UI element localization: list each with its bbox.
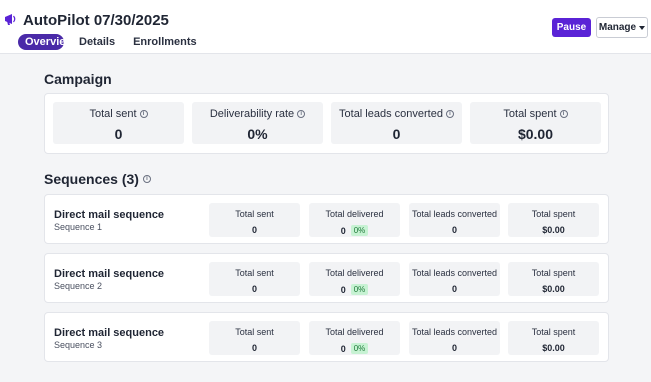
tab-overview[interactable]: Overview bbox=[18, 34, 74, 50]
seq-stat-value: $0.00 bbox=[542, 284, 565, 294]
seq-stat-value: 0 bbox=[340, 343, 346, 354]
sequence-subtitle: Sequence 3 bbox=[54, 340, 103, 350]
info-icon[interactable]: i bbox=[297, 110, 306, 118]
percent-badge: 0% bbox=[350, 284, 369, 295]
seq-stat-label: Total spent bbox=[531, 268, 576, 278]
stat-value: 0 bbox=[114, 126, 123, 142]
seq-stat-value: 0 bbox=[251, 284, 257, 294]
seq-stat-value: 0 bbox=[340, 225, 346, 236]
percent-badge: 0% bbox=[350, 225, 369, 236]
seq-stat-total-leads-converted: Total leads converted 0 bbox=[409, 321, 500, 355]
seq-stat-total-delivered: Total delivered 0 0% bbox=[309, 321, 400, 355]
seq-stat-label: Total leads converted bbox=[411, 268, 498, 278]
stat-total-spent: Total spent i $0.00 bbox=[470, 102, 601, 144]
stat-value: $0.00 bbox=[517, 126, 554, 142]
seq-stat-value: $0.00 bbox=[542, 225, 565, 235]
seq-stat-value: 0 bbox=[340, 284, 346, 295]
chevron-down-icon bbox=[639, 25, 646, 30]
seq-stat-label: Total sent bbox=[235, 327, 274, 337]
campaign-title: Campaign bbox=[44, 71, 112, 87]
sequence-name: Direct mail sequence bbox=[54, 268, 165, 280]
seq-stat-total-delivered: Total delivered 0 0% bbox=[309, 262, 400, 296]
stat-value: 0 bbox=[392, 126, 401, 142]
manage-label: Manage bbox=[598, 22, 637, 33]
stat-label: Deliverability rate bbox=[209, 108, 295, 120]
sequence-card[interactable]: Direct mail sequence Sequence 1 Total se… bbox=[44, 194, 609, 244]
sequence-subtitle: Sequence 1 bbox=[54, 222, 103, 232]
seq-stat-value: 0 bbox=[451, 284, 457, 294]
seq-stat-value: 0 bbox=[251, 343, 257, 353]
stat-total-leads-converted: Total leads converted i 0 bbox=[331, 102, 462, 144]
campaign-card: Total sent i 0 Deliverability rate i 0% To… bbox=[44, 93, 609, 154]
sequence-card[interactable]: Direct mail sequence Sequence 3 Total se… bbox=[44, 312, 609, 362]
seq-stat-label: Total delivered bbox=[325, 327, 384, 337]
seq-stat-label: Total sent bbox=[235, 268, 274, 278]
stat-label: Total leads converted bbox=[339, 108, 443, 120]
seq-stat-label: Total delivered bbox=[325, 268, 384, 278]
sequence-name: Direct mail sequence bbox=[54, 209, 165, 221]
stat-label: Total spent bbox=[503, 108, 557, 120]
sequences-heading: Sequences (3) i bbox=[44, 171, 151, 187]
campaign-heading: Campaign bbox=[44, 71, 112, 87]
sequence-card[interactable]: Direct mail sequence Sequence 2 Total se… bbox=[44, 253, 609, 303]
seq-stat-value: 0 bbox=[251, 225, 257, 235]
info-icon[interactable]: i bbox=[445, 110, 454, 118]
seq-stat-total-spent: Total spent $0.00 bbox=[508, 262, 599, 296]
stat-deliverability-rate: Deliverability rate i 0% bbox=[192, 102, 323, 144]
stat-label: Total sent bbox=[89, 108, 137, 120]
seq-stat-label: Total spent bbox=[531, 327, 576, 337]
pause-button[interactable]: Pause bbox=[552, 18, 591, 37]
info-icon[interactable]: i bbox=[139, 110, 148, 118]
manage-button[interactable]: Manage bbox=[596, 17, 648, 38]
tab-bar: Overview Details Enrollments bbox=[18, 34, 204, 50]
sequence-subtitle: Sequence 2 bbox=[54, 281, 103, 291]
sequences-title: Sequences (3) bbox=[44, 171, 139, 187]
seq-stat-total-leads-converted: Total leads converted 0 bbox=[409, 262, 500, 296]
stat-total-sent: Total sent i 0 bbox=[53, 102, 184, 144]
page-title: AutoPilot 07/30/2025 bbox=[23, 12, 169, 29]
seq-stat-value: 0 bbox=[451, 225, 457, 235]
seq-stat-total-sent: Total sent 0 bbox=[209, 321, 300, 355]
seq-stat-label: Total leads converted bbox=[411, 209, 498, 219]
seq-stat-total-leads-converted: Total leads converted 0 bbox=[409, 203, 500, 237]
seq-stat-label: Total leads converted bbox=[411, 327, 498, 337]
sequence-name: Direct mail sequence bbox=[54, 327, 165, 339]
info-icon[interactable]: i bbox=[559, 110, 568, 118]
percent-badge: 0% bbox=[350, 343, 369, 354]
seq-stat-total-spent: Total spent $0.00 bbox=[508, 203, 599, 237]
header: AutoPilot 07/30/2025 Overview Details En… bbox=[0, 0, 651, 54]
stat-value: 0% bbox=[247, 126, 268, 142]
seq-stat-label: Total spent bbox=[531, 209, 576, 219]
seq-stat-total-sent: Total sent 0 bbox=[209, 262, 300, 296]
seq-stat-label: Total sent bbox=[235, 209, 274, 219]
tab-details[interactable]: Details bbox=[72, 34, 122, 50]
megaphone-icon bbox=[5, 14, 16, 25]
seq-stat-total-sent: Total sent 0 bbox=[209, 203, 300, 237]
tab-enrollments[interactable]: Enrollments bbox=[126, 34, 204, 50]
seq-stat-value: 0 bbox=[451, 343, 457, 353]
info-icon[interactable]: i bbox=[142, 175, 151, 183]
seq-stat-total-delivered: Total delivered 0 0% bbox=[309, 203, 400, 237]
seq-stat-value: $0.00 bbox=[542, 343, 565, 353]
seq-stat-total-spent: Total spent $0.00 bbox=[508, 321, 599, 355]
seq-stat-label: Total delivered bbox=[325, 209, 384, 219]
